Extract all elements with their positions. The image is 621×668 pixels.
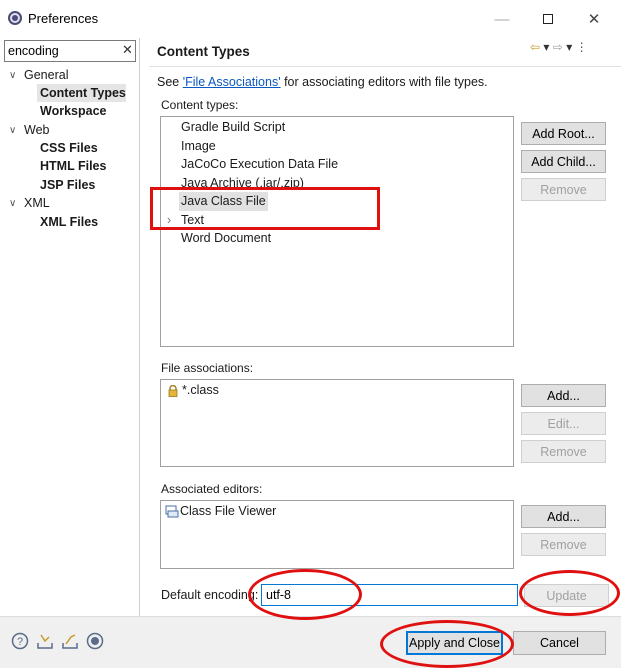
tree-item-content-types[interactable]: Content Types — [37, 84, 126, 102]
eclipse-app-icon — [8, 11, 22, 25]
header-divider — [149, 66, 621, 67]
minimize-button[interactable]: — — [479, 6, 525, 32]
remove-content-type-button[interactable]: Remove — [521, 178, 606, 201]
annotation-ellipse-apply — [380, 620, 514, 668]
add-editor-button[interactable]: Add... — [521, 505, 606, 528]
list-item[interactable]: Word Document — [181, 229, 271, 248]
tree-item-css-files[interactable]: CSS Files — [40, 139, 98, 157]
list-item[interactable]: Gradle Build Script — [181, 118, 285, 137]
record-icon[interactable] — [86, 632, 104, 650]
list-item[interactable]: Image — [181, 137, 216, 156]
tree-item-xml[interactable]: ∨ XML — [9, 194, 50, 212]
file-associations-link[interactable]: 'File Associations' — [183, 75, 281, 89]
associated-editors-label: Associated editors: — [161, 482, 263, 496]
forward-arrow-icon[interactable]: ⇨ — [553, 40, 563, 54]
edit-association-button[interactable]: Edit... — [521, 412, 606, 435]
file-associations-label: File associations: — [161, 361, 254, 375]
remove-association-button[interactable]: Remove — [521, 440, 606, 463]
close-button[interactable]: ✕ — [571, 6, 617, 32]
back-dropdown-icon[interactable]: ▾ — [543, 40, 549, 54]
annotation-ellipse-update — [519, 570, 620, 616]
chevron-down-icon[interactable]: ∨ — [9, 70, 19, 81]
chevron-down-icon[interactable]: ∨ — [9, 198, 19, 209]
maximize-button[interactable] — [525, 6, 571, 32]
forward-dropdown-icon[interactable]: ▾ — [566, 40, 572, 54]
add-root-button[interactable]: Add Root... — [521, 122, 606, 145]
tree-item-jsp-files[interactable]: JSP Files — [40, 176, 95, 194]
svg-text:?: ? — [17, 636, 23, 648]
cancel-button[interactable]: Cancel — [513, 631, 606, 655]
clear-filter-icon[interactable]: ✕ — [122, 42, 133, 58]
view-menu-icon[interactable]: ⋮ — [576, 40, 588, 54]
tree-item-xml-files[interactable]: XML Files — [40, 213, 98, 231]
help-icon[interactable]: ? — [11, 632, 29, 650]
add-child-button[interactable]: Add Child... — [521, 150, 606, 173]
window-title: Preferences — [28, 11, 99, 26]
content-types-list[interactable]: Gradle Build Script Image JaCoCo Executi… — [160, 116, 514, 347]
filter-input[interactable] — [8, 44, 116, 58]
export-icon[interactable] — [61, 632, 79, 650]
tree-item-web[interactable]: ∨ Web — [9, 121, 49, 139]
page-navigation: ⇦ ▾ ⇨ ▾ ⋮ — [530, 40, 588, 54]
file-associations-list[interactable]: *.class — [160, 379, 514, 467]
default-encoding-label: Default encoding: — [161, 588, 259, 602]
tree-item-general[interactable]: ∨ General — [9, 66, 68, 84]
add-association-button[interactable]: Add... — [521, 384, 606, 407]
tree-item-workspace[interactable]: Workspace — [40, 102, 106, 120]
class-file-viewer-icon — [165, 505, 179, 518]
import-icon[interactable] — [36, 632, 54, 650]
back-arrow-icon[interactable]: ⇦ — [530, 40, 540, 54]
chevron-down-icon[interactable]: ∨ — [9, 125, 19, 136]
tree-item-html-files[interactable]: HTML Files — [40, 157, 106, 175]
description-text: See 'File Associations' for associating … — [157, 75, 488, 89]
list-item[interactable]: JaCoCo Execution Data File — [181, 155, 338, 174]
filter-field[interactable]: ✕ — [4, 40, 136, 62]
content-types-label: Content types: — [161, 98, 239, 112]
annotation-rectangle — [150, 187, 380, 230]
associated-editors-list[interactable]: Class File Viewer — [160, 500, 514, 569]
remove-editor-button[interactable]: Remove — [521, 533, 606, 556]
maximize-icon — [543, 14, 553, 24]
page-title: Content Types — [157, 44, 250, 59]
lock-icon — [167, 384, 179, 397]
list-item[interactable]: Class File Viewer — [180, 502, 276, 521]
list-item[interactable]: *.class — [182, 381, 219, 400]
annotation-ellipse-encoding — [248, 569, 362, 620]
